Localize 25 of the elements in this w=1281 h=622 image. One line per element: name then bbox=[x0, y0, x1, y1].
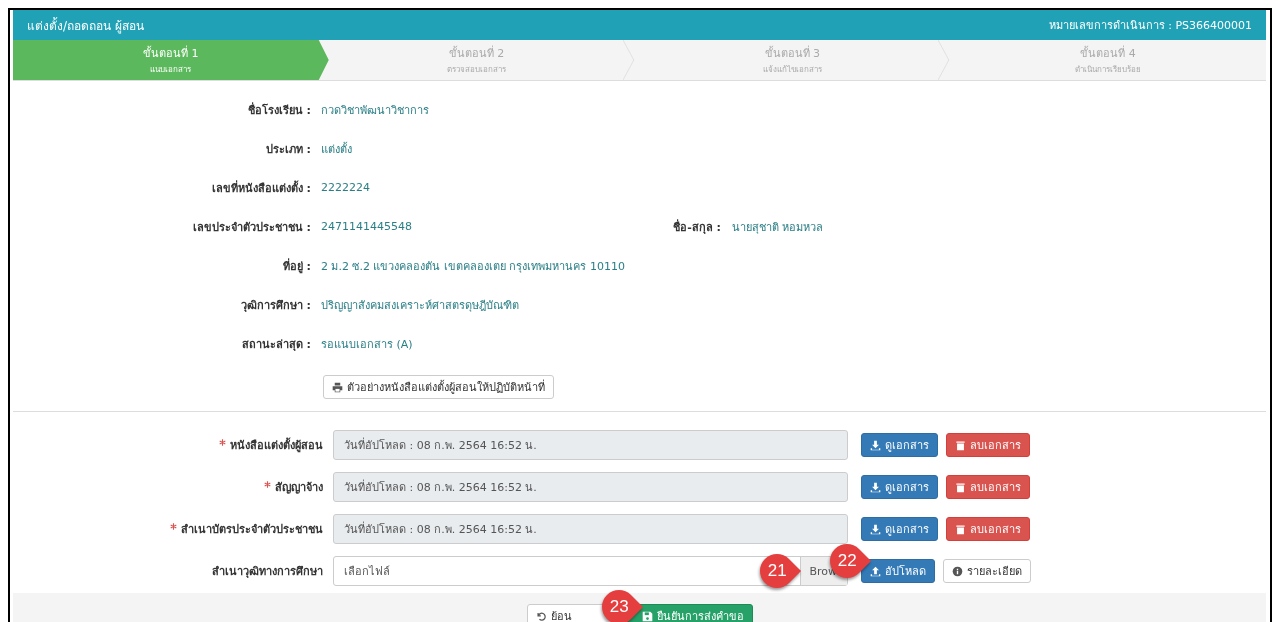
upload-date-field: วันที่อัปโหลด : 08 ก.พ. 2564 16:52 น. bbox=[333, 514, 848, 544]
field-value: 2471141445548 bbox=[321, 220, 412, 233]
field-label: ชื่อโรงเรียน : bbox=[246, 101, 312, 119]
field-label: เลขที่หนังสือแต่งตั้ง : bbox=[210, 179, 312, 197]
upload-date-field: วันที่อัปโหลด : 08 ก.พ. 2564 16:52 น. bbox=[333, 430, 848, 460]
field-value: รอแนบเอกสาร (A) bbox=[321, 337, 413, 351]
field-label: วุฒิการศึกษา : bbox=[239, 297, 312, 314]
field-value: นายสุชาติ หอมหวล bbox=[732, 219, 824, 236]
field-value: แต่งตั้ง bbox=[321, 142, 352, 156]
field-value: ปริญญาสังคมสงเคราะห์ศาสตรดุษฎีบัณฑิต bbox=[321, 298, 519, 312]
field-label: สถานะล่าสุด : bbox=[240, 336, 312, 353]
page-title: แต่งตั้ง/ถอดถอน ผู้สอน bbox=[27, 16, 144, 35]
field-label: ชื่อ-สกุล : bbox=[672, 218, 722, 236]
document-label: สัญญาจ้าง bbox=[275, 480, 323, 496]
field-value: กวดวิชาพัฒนาวิชาการ bbox=[321, 103, 429, 117]
field-label: ประเภท : bbox=[264, 141, 312, 158]
reference-number: หมายเลขการดำเนินการ : PS366400001 bbox=[1048, 18, 1252, 34]
upload-date-field: วันที่อัปโหลด : 08 ก.พ. 2564 16:52 น. bbox=[333, 472, 848, 502]
field-label: เลขประจำตัวประชาชน : bbox=[191, 219, 312, 236]
document-label: สำเนาวุฒิทางการศึกษา bbox=[212, 564, 323, 580]
field-value: 2 ม.2 ซ.2 แขวงคลองตัน เขตคลองเตย กรุงเทพมหานคร 10110 bbox=[321, 259, 625, 273]
document-label: หนังสือแต่งตั้งผู้สอน bbox=[230, 436, 323, 454]
field-value: 2222224 bbox=[321, 181, 370, 194]
document-label: สำเนาบัตรประจำตัวประชาชน bbox=[181, 522, 323, 538]
field-label: ที่อยู่ : bbox=[281, 257, 312, 275]
